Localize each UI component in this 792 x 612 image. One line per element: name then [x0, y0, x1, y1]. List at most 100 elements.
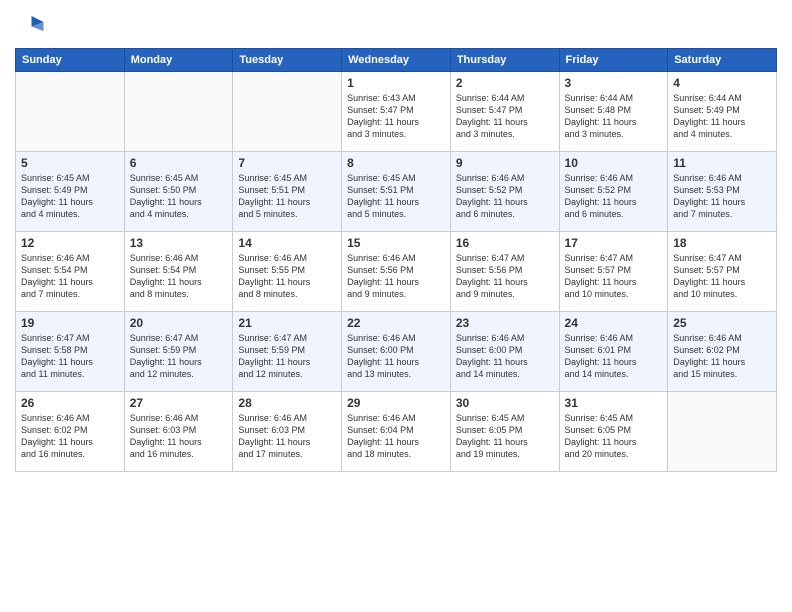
- day-info: Sunrise: 6:46 AMSunset: 5:52 PMDaylight:…: [565, 172, 663, 221]
- day-number: 18: [673, 236, 771, 250]
- day-info: Sunrise: 6:46 AMSunset: 6:02 PMDaylight:…: [21, 412, 119, 461]
- day-info: Sunrise: 6:46 AMSunset: 6:00 PMDaylight:…: [347, 332, 445, 381]
- week-row-3: 12 Sunrise: 6:46 AMSunset: 5:54 PMDayligh…: [16, 232, 777, 312]
- day-info: Sunrise: 6:44 AMSunset: 5:48 PMDaylight:…: [565, 92, 663, 141]
- day-number: 2: [456, 76, 554, 90]
- day-info: Sunrise: 6:46 AMSunset: 6:02 PMDaylight:…: [673, 332, 771, 381]
- calendar-cell: 27 Sunrise: 6:46 AMSunset: 6:03 PMDayligh…: [124, 392, 233, 472]
- weekday-friday: Friday: [559, 49, 668, 72]
- calendar-cell: 16Sunrise: 6:47 AMSunset: 5:56 PMDayligh…: [450, 232, 559, 312]
- calendar-cell: [233, 72, 342, 152]
- day-number: 26: [21, 396, 119, 410]
- calendar-cell: 29 Sunrise: 6:46 AMSunset: 6:04 PMDayligh…: [342, 392, 451, 472]
- calendar-cell: 13 Sunrise: 6:46 AMSunset: 5:54 PMDayligh…: [124, 232, 233, 312]
- week-row-1: 1 Sunrise: 6:43 AMSunset: 5:47 PMDaylight…: [16, 72, 777, 152]
- day-info: Sunrise: 6:46 AMSunset: 5:56 PMDaylight:…: [347, 252, 445, 301]
- day-info: Sunrise: 6:46 AMSunset: 5:53 PMDaylight:…: [673, 172, 771, 221]
- calendar: SundayMondayTuesdayWednesdayThursdayFrid…: [15, 48, 777, 472]
- day-number: 6: [130, 156, 228, 170]
- weekday-sunday: Sunday: [16, 49, 125, 72]
- day-number: 27: [130, 396, 228, 410]
- day-number: 4: [673, 76, 771, 90]
- day-number: 7: [238, 156, 336, 170]
- weekday-monday: Monday: [124, 49, 233, 72]
- day-info: Sunrise: 6:47 AMSunset: 5:59 PMDaylight:…: [238, 332, 336, 381]
- day-info: Sunrise: 6:45 AMSunset: 6:05 PMDaylight:…: [565, 412, 663, 461]
- calendar-cell: 15 Sunrise: 6:46 AMSunset: 5:56 PMDayligh…: [342, 232, 451, 312]
- day-number: 20: [130, 316, 228, 330]
- day-info: Sunrise: 6:46 AMSunset: 5:54 PMDaylight:…: [21, 252, 119, 301]
- calendar-cell: [16, 72, 125, 152]
- day-number: 24: [565, 316, 663, 330]
- calendar-cell: 17 Sunrise: 6:47 AMSunset: 5:57 PMDayligh…: [559, 232, 668, 312]
- day-info: Sunrise: 6:45 AMSunset: 5:51 PMDaylight:…: [347, 172, 445, 221]
- day-info: Sunrise: 6:44 AMSunset: 5:47 PMDaylight:…: [456, 92, 554, 141]
- calendar-cell: [668, 392, 777, 472]
- calendar-cell: 6 Sunrise: 6:45 AMSunset: 5:50 PMDaylight…: [124, 152, 233, 232]
- week-row-5: 26 Sunrise: 6:46 AMSunset: 6:02 PMDayligh…: [16, 392, 777, 472]
- day-info: Sunrise: 6:45 AMSunset: 5:50 PMDaylight:…: [130, 172, 228, 221]
- calendar-cell: 23Sunrise: 6:46 AMSunset: 6:00 PMDayligh…: [450, 312, 559, 392]
- calendar-cell: 25 Sunrise: 6:46 AMSunset: 6:02 PMDayligh…: [668, 312, 777, 392]
- page: SundayMondayTuesdayWednesdayThursdayFrid…: [0, 0, 792, 612]
- calendar-cell: 22 Sunrise: 6:46 AMSunset: 6:00 PMDayligh…: [342, 312, 451, 392]
- day-info: Sunrise: 6:46 AMSunset: 6:00 PMDaylight:…: [456, 332, 554, 381]
- calendar-cell: 8 Sunrise: 6:45 AMSunset: 5:51 PMDaylight…: [342, 152, 451, 232]
- calendar-cell: 12 Sunrise: 6:46 AMSunset: 5:54 PMDayligh…: [16, 232, 125, 312]
- day-number: 14: [238, 236, 336, 250]
- day-info: Sunrise: 6:47 AMSunset: 5:58 PMDaylight:…: [21, 332, 119, 381]
- week-row-2: 5 Sunrise: 6:45 AMSunset: 5:49 PMDaylight…: [16, 152, 777, 232]
- calendar-cell: 19 Sunrise: 6:47 AMSunset: 5:58 PMDayligh…: [16, 312, 125, 392]
- day-info: Sunrise: 6:46 AMSunset: 6:04 PMDaylight:…: [347, 412, 445, 461]
- day-number: 29: [347, 396, 445, 410]
- week-row-4: 19 Sunrise: 6:47 AMSunset: 5:58 PMDayligh…: [16, 312, 777, 392]
- weekday-header-row: SundayMondayTuesdayWednesdayThursdayFrid…: [16, 49, 777, 72]
- logo-icon: [15, 10, 45, 40]
- day-info: Sunrise: 6:46 AMSunset: 6:01 PMDaylight:…: [565, 332, 663, 381]
- day-number: 12: [21, 236, 119, 250]
- day-info: Sunrise: 6:45 AMSunset: 6:05 PMDaylight:…: [456, 412, 554, 461]
- day-number: 30: [456, 396, 554, 410]
- day-number: 25: [673, 316, 771, 330]
- day-number: 22: [347, 316, 445, 330]
- day-number: 8: [347, 156, 445, 170]
- day-info: Sunrise: 6:46 AMSunset: 5:52 PMDaylight:…: [456, 172, 554, 221]
- day-number: 19: [21, 316, 119, 330]
- day-info: Sunrise: 6:47 AMSunset: 5:57 PMDaylight:…: [565, 252, 663, 301]
- calendar-cell: 7 Sunrise: 6:45 AMSunset: 5:51 PMDaylight…: [233, 152, 342, 232]
- calendar-cell: 2 Sunrise: 6:44 AMSunset: 5:47 PMDaylight…: [450, 72, 559, 152]
- day-info: Sunrise: 6:47 AMSunset: 5:56 PMDaylight:…: [456, 252, 554, 301]
- day-number: 5: [21, 156, 119, 170]
- day-number: 1: [347, 76, 445, 90]
- day-number: 9: [456, 156, 554, 170]
- calendar-cell: 21Sunrise: 6:47 AMSunset: 5:59 PMDayligh…: [233, 312, 342, 392]
- day-number: 17: [565, 236, 663, 250]
- day-number: 10: [565, 156, 663, 170]
- weekday-wednesday: Wednesday: [342, 49, 451, 72]
- day-number: 11: [673, 156, 771, 170]
- day-info: Sunrise: 6:46 AMSunset: 5:54 PMDaylight:…: [130, 252, 228, 301]
- calendar-cell: 9 Sunrise: 6:46 AMSunset: 5:52 PMDaylight…: [450, 152, 559, 232]
- day-number: 15: [347, 236, 445, 250]
- calendar-cell: 3Sunrise: 6:44 AMSunset: 5:48 PMDaylight…: [559, 72, 668, 152]
- day-info: Sunrise: 6:47 AMSunset: 5:59 PMDaylight:…: [130, 332, 228, 381]
- day-info: Sunrise: 6:46 AMSunset: 6:03 PMDaylight:…: [238, 412, 336, 461]
- weekday-saturday: Saturday: [668, 49, 777, 72]
- calendar-cell: 24 Sunrise: 6:46 AMSunset: 6:01 PMDayligh…: [559, 312, 668, 392]
- header: [15, 10, 777, 40]
- calendar-cell: [124, 72, 233, 152]
- day-info: Sunrise: 6:46 AMSunset: 5:55 PMDaylight:…: [238, 252, 336, 301]
- day-info: Sunrise: 6:43 AMSunset: 5:47 PMDaylight:…: [347, 92, 445, 141]
- day-number: 28: [238, 396, 336, 410]
- calendar-cell: 20 Sunrise: 6:47 AMSunset: 5:59 PMDayligh…: [124, 312, 233, 392]
- day-number: 13: [130, 236, 228, 250]
- weekday-tuesday: Tuesday: [233, 49, 342, 72]
- day-info: Sunrise: 6:45 AMSunset: 5:51 PMDaylight:…: [238, 172, 336, 221]
- day-info: Sunrise: 6:46 AMSunset: 6:03 PMDaylight:…: [130, 412, 228, 461]
- day-info: Sunrise: 6:45 AMSunset: 5:49 PMDaylight:…: [21, 172, 119, 221]
- calendar-cell: 5 Sunrise: 6:45 AMSunset: 5:49 PMDaylight…: [16, 152, 125, 232]
- calendar-cell: 18 Sunrise: 6:47 AMSunset: 5:57 PMDayligh…: [668, 232, 777, 312]
- calendar-cell: 4Sunrise: 6:44 AMSunset: 5:49 PMDaylight…: [668, 72, 777, 152]
- calendar-cell: 10 Sunrise: 6:46 AMSunset: 5:52 PMDayligh…: [559, 152, 668, 232]
- day-info: Sunrise: 6:47 AMSunset: 5:57 PMDaylight:…: [673, 252, 771, 301]
